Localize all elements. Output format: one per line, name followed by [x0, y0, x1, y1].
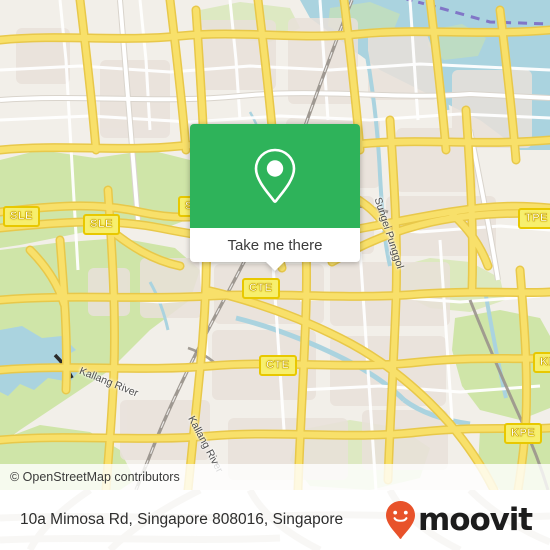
location-pin-icon: [254, 148, 296, 203]
highway-shield-sle-1: SLE: [3, 206, 40, 227]
popup-icon-panel: [190, 124, 360, 228]
highway-shield-cte-2: CTE: [259, 355, 297, 376]
highway-shield-kpe-1: KPE: [533, 352, 550, 373]
moovit-logo[interactable]: moovit: [384, 500, 533, 540]
footer-bar: 10a Mimosa Rd, Singapore 808016, Singapo…: [0, 490, 550, 550]
map-canvas[interactable]: SLE SLE SLE TPE CTE CTE KPE KPE Sungei P…: [0, 0, 550, 490]
moovit-map-screenshot: SLE SLE SLE TPE CTE CTE KPE KPE Sungei P…: [0, 0, 550, 550]
highway-shield-kpe-2: KPE: [504, 423, 543, 444]
moovit-pin-icon: [386, 501, 416, 539]
map-attribution-bar: © OpenStreetMap contributors: [0, 464, 550, 490]
highway-shield-tpe: TPE: [518, 208, 550, 229]
take-me-there-label: Take me there: [227, 236, 323, 254]
address-text: 10a Mimosa Rd, Singapore 808016, Singapo…: [20, 511, 344, 528]
moovit-wordmark: moovit: [418, 501, 533, 538]
highway-shield-sle-2: SLE: [83, 214, 120, 235]
popup-pointer-tail: [266, 262, 284, 271]
openstreetmap-attribution[interactable]: © OpenStreetMap contributors: [10, 470, 180, 484]
location-popup-card[interactable]: Take me there: [190, 124, 360, 271]
footer-content: 10a Mimosa Rd, Singapore 808016, Singapo…: [0, 490, 550, 550]
take-me-there-button[interactable]: Take me there: [190, 228, 360, 271]
highway-shield-cte-1: CTE: [242, 278, 280, 299]
